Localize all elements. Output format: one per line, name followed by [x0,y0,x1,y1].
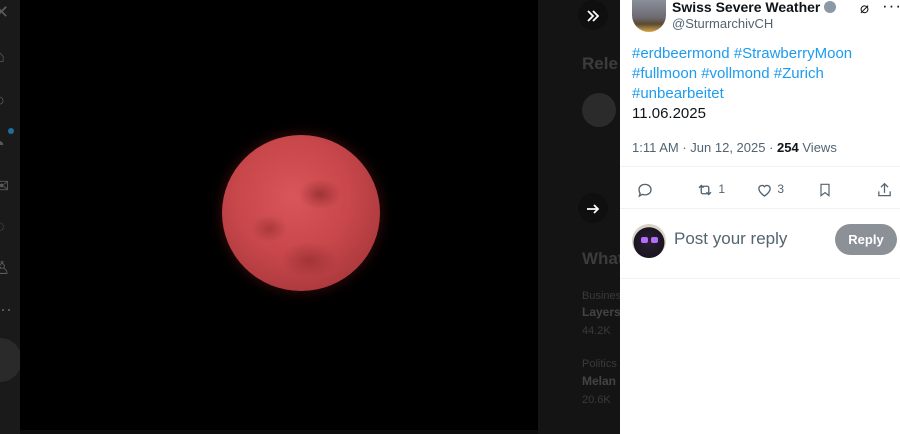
hashtag-link[interactable]: #Zurich [774,65,824,82]
avatar-eye [641,237,648,243]
x-logo-icon[interactable]: ✕ [0,2,14,22]
divider [620,208,900,209]
trend-2-count: 20.6K [582,394,611,406]
post-date[interactable]: Jun 12, 2025 [690,140,765,155]
trend-2-name: Melan [582,374,617,388]
trend-1-category: Busines [582,290,620,302]
arrow-right-icon [587,204,600,214]
heart-icon [758,184,771,197]
retweet-icon [698,184,712,196]
avatar-eye [651,237,658,243]
hashtag-line-3: #unbearbeitet [632,84,892,104]
post-text: #erdbeermond #StrawberryMoon #fullmoon #… [632,44,892,124]
moon-photo [222,135,380,291]
more-horizontal-icon[interactable]: ··· [882,0,900,16]
left-nav: ✕ ⌂ ○ ◔ ✉ ◌ ♙ ⋯ [0,0,22,434]
grok-icon[interactable]: ⌀ [860,0,869,17]
post-panel: Swiss Severe Weather @SturmarchivCH ⌀ ··… [620,0,900,434]
media-viewer[interactable] [20,0,538,430]
share-action[interactable] [876,178,893,200]
comment-icon [638,183,652,198]
post-meta: 1:11 AM · Jun 12, 2025 · 254 Views [632,140,837,155]
relevant-avatar [582,93,616,127]
hashtag-link[interactable]: #vollmond [701,65,769,82]
grok-nav-icon[interactable]: ◌ [0,216,14,236]
search-icon[interactable]: ○ [0,90,14,110]
post-compose-button[interactable] [0,338,22,382]
like-action[interactable]: 3 [755,178,784,200]
author-name[interactable]: Swiss Severe Weather [672,0,820,15]
verified-badge-icon [824,1,837,13]
hashtag-link[interactable]: #fullmoon [632,65,697,82]
hashtag-line-2: #fullmoon #vollmond #Zurich [632,64,892,84]
author-avatar[interactable] [632,0,666,32]
share-icon [878,182,891,197]
retweet-count: 1 [718,182,726,196]
bookmark-icon [820,183,830,197]
hashtag-link[interactable]: #erdbeermond [632,45,730,62]
hashtag-link[interactable]: #StrawberryMoon [734,45,852,62]
reply-button[interactable]: Reply [835,224,897,255]
expand-panel-button[interactable] [578,0,608,30]
current-user-avatar [632,224,666,258]
views-label: Views [802,140,837,155]
author-name-row[interactable]: Swiss Severe Weather [672,0,837,15]
trend-1-name: Layers [582,305,620,319]
author-handle[interactable]: @SturmarchivCH [672,16,773,31]
home-icon[interactable]: ⌂ [0,46,14,66]
trend-2-category: Politics [582,358,617,370]
profile-icon[interactable]: ♙ [0,258,14,278]
double-chevron-right-icon [587,10,600,22]
post-date-text: 11.06.2025 [632,105,706,122]
views-count: 254 [777,140,799,155]
reply-action[interactable] [636,178,654,200]
retweet-action[interactable]: 1 [695,178,725,200]
divider [620,278,900,279]
notifications-icon[interactable]: ◔ [0,134,14,154]
hashtag-line-1: #erdbeermond #StrawberryMoon [632,44,892,64]
messages-icon[interactable]: ✉ [0,176,14,196]
next-media-button[interactable] [578,193,608,223]
whats-happening-heading: What [582,249,620,268]
more-nav-icon[interactable]: ⋯ [0,300,14,320]
bookmark-action[interactable] [817,178,833,200]
divider [620,166,900,167]
reply-input[interactable]: Post your reply [674,229,787,249]
like-count: 3 [777,182,785,196]
background-sidebar: Rele What Busines Layers 44.2K Politics … [538,0,620,434]
trend-1-count: 44.2K [582,325,611,337]
post-time[interactable]: 1:11 AM [632,140,679,155]
hashtag-link[interactable]: #unbearbeitet [632,85,724,102]
relevant-heading: Rele [582,54,618,73]
